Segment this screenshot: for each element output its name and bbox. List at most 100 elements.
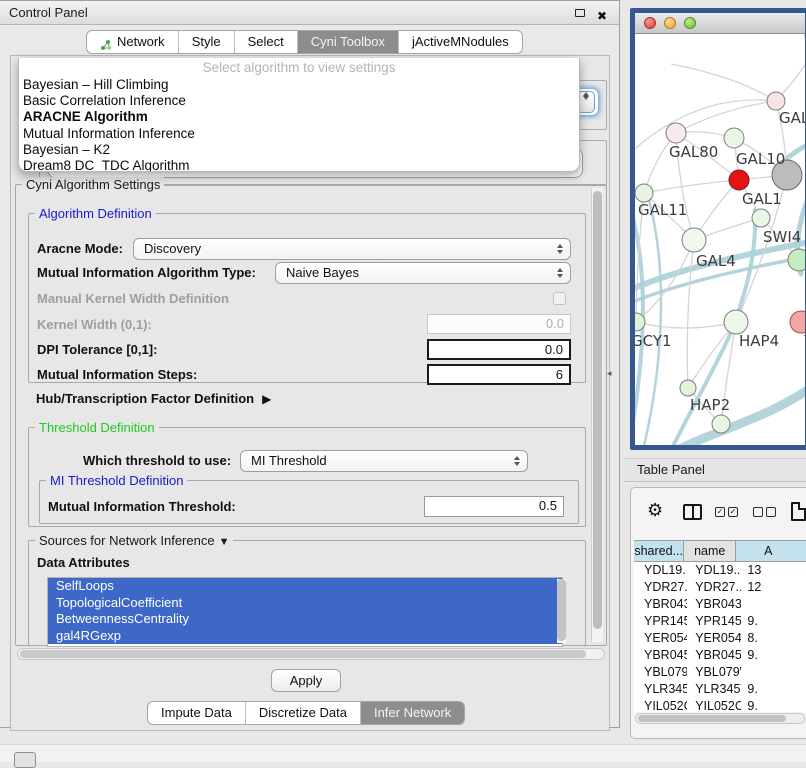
algorithm-option-bayesian-k2[interactable]: Bayesian – K2 <box>19 142 579 158</box>
mi-steps-field[interactable]: 6 <box>427 364 571 385</box>
close-traffic-light-icon[interactable] <box>644 17 656 29</box>
table-cell: 12 <box>741 579 806 596</box>
expand-right-icon: ▶ <box>262 392 271 406</box>
collapse-down-icon: ▼ <box>219 536 230 548</box>
cyni-algorithm-settings-group: Cyni Algorithm Settings Algorithm Defini… <box>15 184 607 646</box>
table-panel: ⚙ ✓✓ shared...nameA YDL19...YDL19...13YD… <box>630 487 806 739</box>
dpi-tolerance-label: DPI Tolerance [0,1]: <box>37 342 157 357</box>
node-swi4[interactable] <box>752 209 770 227</box>
manual-kernel-checkbox[interactable] <box>553 292 566 305</box>
minimized-frame-icon[interactable] <box>14 752 36 768</box>
node-hap4[interactable] <box>724 310 748 334</box>
tab-network[interactable]: Network <box>87 31 178 53</box>
tab-jactivemnodules[interactable]: jActiveMNodules <box>398 31 522 53</box>
hub-definition-expander[interactable]: Hub/Transcription Factor Definition▶ <box>36 391 271 406</box>
float-window-icon[interactable] <box>575 9 585 17</box>
table-cell: 9. <box>741 647 806 664</box>
table-horizontal-scrollbar[interactable] <box>635 713 805 724</box>
apply-button[interactable]: Apply <box>271 669 341 692</box>
which-threshold-combo[interactable]: MI Threshold <box>240 450 528 472</box>
table-panel-titlebar: Table Panel <box>624 458 806 482</box>
deselect-attributes-icon[interactable] <box>753 507 776 517</box>
dpi-tolerance-field[interactable]: 0.0 <box>427 339 571 360</box>
network-window-titlebar[interactable] <box>635 13 805 34</box>
algorithm-option-bayesian-hill-climbing[interactable]: Bayesian – Hill Climbing <box>19 77 579 93</box>
columns-icon[interactable] <box>683 504 702 520</box>
table-row[interactable]: YBR043CYBR043C <box>634 596 806 613</box>
scrollbar-thumb[interactable] <box>20 650 586 658</box>
algorithm-option-aracne-algorithm[interactable]: ARACNE Algorithm <box>19 109 579 125</box>
scrollbar-thumb[interactable] <box>593 191 602 629</box>
node-label-gal10: GAL10 <box>736 150 785 168</box>
table-row[interactable]: YER054CYER054C8. <box>634 630 806 647</box>
node-hap2[interactable] <box>680 380 696 396</box>
node-gal10[interactable] <box>724 128 744 148</box>
table-cell <box>741 596 806 613</box>
table-cell: YDR27... <box>634 579 687 596</box>
tab-infer-network[interactable]: Infer Network <box>360 702 464 724</box>
table-cell: YDL19... <box>687 562 741 579</box>
tab-impute-data[interactable]: Impute Data <box>148 702 245 724</box>
table-body: YDL19...YDL19...13YDR27...YDR27...12YBR0… <box>634 562 806 712</box>
zoom-traffic-light-icon[interactable] <box>684 17 696 29</box>
control-panel-titlebar: Control Panel ✖ <box>0 1 619 25</box>
table-row[interactable]: YLR345WYLR345W9. <box>634 681 806 698</box>
node-green-right[interactable] <box>788 249 805 271</box>
panel-splitter-arrow[interactable]: ◂ <box>607 368 612 379</box>
mi-threshold-definition-title: MI Threshold Definition <box>46 473 187 488</box>
gear-icon[interactable]: ⚙ <box>647 500 663 521</box>
node-gal-clipped[interactable] <box>767 92 785 110</box>
dropdown-prompt: Select algorithm to view settings <box>19 58 579 77</box>
tab-style[interactable]: Style <box>178 31 234 53</box>
table-cell: YBR045C <box>634 647 687 664</box>
table-cell: YER054C <box>687 630 741 647</box>
sources-group-title[interactable]: Sources for Network Inference▼ <box>35 533 233 548</box>
tab-cyni-toolbox[interactable]: Cyni Toolbox <box>297 31 398 53</box>
mi-type-combo[interactable]: Naive Bayes <box>275 262 571 284</box>
settings-horizontal-scrollbar[interactable] <box>17 648 605 660</box>
scrollbar-thumb[interactable] <box>638 715 786 722</box>
node-pink-right[interactable] <box>790 311 805 333</box>
column-header-shared[interactable]: shared... <box>634 541 684 561</box>
algorithm-option-basic-correlation-inference[interactable]: Basic Correlation Inference <box>19 93 579 109</box>
network-canvas[interactable]: GALGAL80GAL10GAL1GAL11SWI4GAL4GCY1HAP4YH… <box>635 34 805 445</box>
close-icon[interactable]: ✖ <box>597 5 607 28</box>
settings-vertical-scrollbar[interactable] <box>591 188 603 642</box>
minimize-traffic-light-icon[interactable] <box>664 17 676 29</box>
attr-item-betweennesscentrality[interactable]: BetweennessCentrality <box>48 611 562 628</box>
table-row[interactable]: YPR145WYPR145W9. <box>634 613 806 630</box>
new-table-icon[interactable] <box>791 502 806 521</box>
table-header-row: shared...nameA <box>634 540 806 562</box>
column-header-name[interactable]: name <box>684 541 736 561</box>
table-row[interactable]: YIL052CYIL052C9. <box>634 698 806 712</box>
select-attributes-icon[interactable]: ✓✓ <box>715 507 738 517</box>
mi-threshold-field[interactable]: 0.5 <box>424 496 564 517</box>
data-attributes-list[interactable]: SelfLoopsTopologicalCoefficientBetweenne… <box>47 577 563 647</box>
node-gal1[interactable] <box>729 170 749 190</box>
table-row[interactable]: YBR045CYBR045C9. <box>634 647 806 664</box>
table-cell: YLR345W <box>687 681 741 698</box>
node-gal4[interactable] <box>682 228 706 252</box>
column-header-a[interactable]: A <box>736 541 806 561</box>
node-gal11[interactable] <box>635 184 653 202</box>
table-row[interactable]: YDR27...YDR27...12 <box>634 579 806 596</box>
node-gal80[interactable] <box>666 123 686 143</box>
attr-item-selfloops[interactable]: SelfLoops <box>48 578 562 595</box>
table-cell: YBR045C <box>687 647 741 664</box>
aracne-mode-combo[interactable]: Discovery <box>133 238 571 260</box>
algorithm-option-mutual-information-inference[interactable]: Mutual Information Inference <box>19 126 579 142</box>
tab-discretize-data[interactable]: Discretize Data <box>245 702 360 724</box>
table-row[interactable]: YDL19...YDL19...13 <box>634 562 806 579</box>
attr-item-topologicalcoefficient[interactable]: TopologicalCoefficient <box>48 595 562 612</box>
tab-select[interactable]: Select <box>234 31 297 53</box>
table-row[interactable]: YBL079WYBL079W <box>634 664 806 681</box>
algorithm-option-dream8-dc-tdc-algorithm[interactable]: Dream8 DC_TDC Algorithm <box>19 158 579 172</box>
node-label-gal4: GAL4 <box>696 252 736 270</box>
table-cell: 9. <box>741 613 806 630</box>
node-label-hap4: HAP4 <box>739 332 779 350</box>
attributes-list-scrollbar[interactable] <box>557 579 566 643</box>
node-bottom-node[interactable] <box>712 415 730 433</box>
attr-item-gal4rgexp[interactable]: gal4RGexp <box>48 628 562 645</box>
node-label-gal80: GAL80 <box>669 143 718 161</box>
cyni-mode-tabs: Impute DataDiscretize DataInfer Network <box>147 701 465 725</box>
